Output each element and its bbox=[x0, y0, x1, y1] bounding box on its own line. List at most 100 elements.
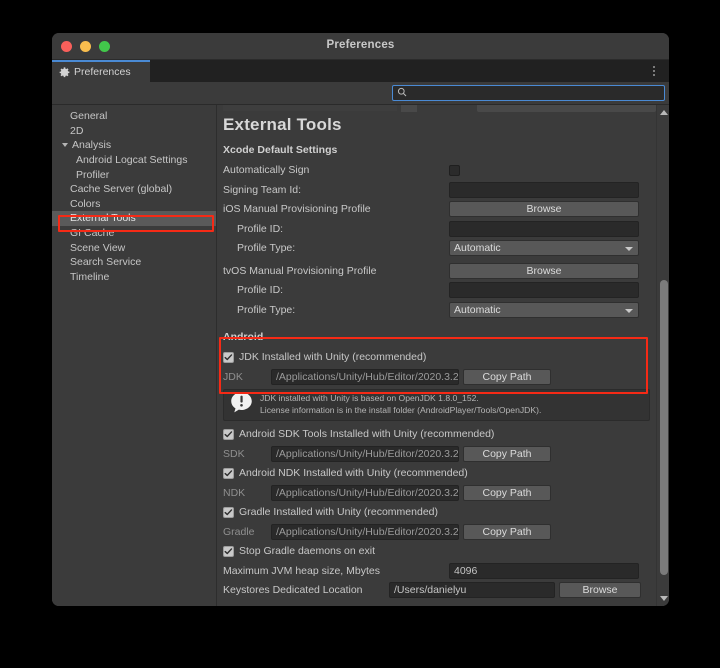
tab-strip: Preferences bbox=[52, 60, 669, 82]
chevron-down-icon bbox=[625, 309, 633, 313]
search-field[interactable] bbox=[392, 85, 665, 101]
row-signing-team-id: Signing Team Id: bbox=[217, 181, 656, 200]
automatically-sign-label: Automatically Sign bbox=[223, 164, 449, 176]
row-stop-gradle-daemons: Stop Gradle daemons on exit bbox=[217, 542, 656, 561]
kebab-menu-icon[interactable] bbox=[648, 64, 660, 78]
sidebar-item-label: Analysis bbox=[72, 139, 111, 151]
tvos-profile-type-dropdown[interactable]: Automatic bbox=[449, 302, 639, 318]
sidebar-item-timeline[interactable]: Timeline bbox=[52, 270, 216, 285]
ndk-installed-checkbox[interactable] bbox=[223, 468, 234, 479]
gradle-path-input[interactable]: /Applications/Unity/Hub/Editor/2020.3.25… bbox=[271, 524, 459, 540]
ios-profile-id-input[interactable] bbox=[449, 221, 639, 237]
tvos-profile-id-label: Profile ID: bbox=[223, 284, 449, 296]
sidebar-item-search-service[interactable]: Search Service bbox=[52, 255, 216, 270]
window-titlebar: Preferences bbox=[52, 33, 669, 60]
jdk-info-line-1: JDK installed with Unity is based on Ope… bbox=[260, 393, 479, 403]
row-keystores-location: Keystores Dedicated Location /Users/dani… bbox=[217, 581, 656, 600]
jdk-path-input[interactable]: /Applications/Unity/Hub/Editor/2020.3.25… bbox=[271, 369, 459, 385]
sidebar-item-external-tools[interactable]: External Tools bbox=[52, 211, 216, 226]
row-gradle-checkbox: Gradle Installed with Unity (recommended… bbox=[217, 503, 656, 522]
row-ios-profile-id: Profile ID: bbox=[217, 220, 656, 239]
tab-preferences[interactable]: Preferences bbox=[52, 60, 150, 82]
sdk-path-input[interactable]: /Applications/Unity/Hub/Editor/2020.3.25… bbox=[271, 446, 459, 462]
ndk-path-input[interactable]: /Applications/Unity/Hub/Editor/2020.3.25… bbox=[271, 485, 459, 501]
settings-scroll-area: External Tools Xcode Default Settings Au… bbox=[217, 105, 656, 606]
scrollbar-thumb[interactable] bbox=[660, 280, 668, 575]
sidebar-item-2d[interactable]: 2D bbox=[52, 124, 216, 139]
row-jvm-heap-size: Maximum JVM heap size, Mbytes 4096 bbox=[217, 562, 656, 581]
sidebar-item-scene-view[interactable]: Scene View bbox=[52, 240, 216, 255]
sidebar-item-label: Timeline bbox=[70, 271, 109, 283]
tvos-profile-type-label: Profile Type: bbox=[223, 304, 449, 316]
automatically-sign-checkbox[interactable] bbox=[449, 165, 460, 176]
sidebar-item-profiler[interactable]: Profiler bbox=[52, 167, 216, 182]
keystores-location-input[interactable]: /Users/danielyu bbox=[389, 582, 555, 598]
settings-sidebar: General 2D Analysis Android Logcat Setti… bbox=[52, 105, 217, 606]
jvm-heap-size-input[interactable]: 4096 bbox=[449, 563, 639, 579]
search-input[interactable] bbox=[411, 87, 660, 100]
sdk-field-label: SDK bbox=[223, 448, 271, 460]
jdk-installed-label: JDK Installed with Unity (recommended) bbox=[239, 351, 426, 363]
sidebar-item-general[interactable]: General bbox=[52, 109, 216, 124]
gradle-copy-path-button[interactable]: Copy Path bbox=[463, 524, 551, 540]
sidebar-item-gi-cache[interactable]: GI Cache bbox=[52, 226, 216, 241]
tvos-provisioning-profile-label: tvOS Manual Provisioning Profile bbox=[223, 265, 449, 277]
row-ndk-checkbox: Android NDK Installed with Unity (recomm… bbox=[217, 464, 656, 483]
ndk-installed-label: Android NDK Installed with Unity (recomm… bbox=[239, 467, 468, 479]
chevron-down-icon[interactable] bbox=[62, 143, 68, 147]
sidebar-item-label: Scene View bbox=[70, 242, 125, 254]
scroll-down-arrow-icon[interactable] bbox=[660, 596, 668, 601]
sidebar-item-analysis[interactable]: Analysis bbox=[52, 138, 216, 153]
ndk-field-label: NDK bbox=[223, 487, 271, 499]
sidebar-item-android-logcat-settings[interactable]: Android Logcat Settings bbox=[52, 153, 216, 168]
ndk-copy-path-button[interactable]: Copy Path bbox=[463, 485, 551, 501]
jdk-info-box: JDK installed with Unity is based on Ope… bbox=[223, 389, 650, 421]
row-ios-provisioning-profile: iOS Manual Provisioning Profile Browse bbox=[217, 200, 656, 219]
tab-label: Preferences bbox=[74, 66, 131, 78]
jdk-info-line-2: License information is in the install fo… bbox=[260, 405, 541, 415]
sidebar-item-label: External Tools bbox=[70, 212, 136, 224]
row-sdk-checkbox: Android SDK Tools Installed with Unity (… bbox=[217, 425, 656, 444]
ios-profile-id-label: Profile ID: bbox=[223, 223, 449, 235]
sdk-copy-path-button[interactable]: Copy Path bbox=[463, 446, 551, 462]
sdk-installed-checkbox[interactable] bbox=[223, 429, 234, 440]
signing-team-id-label: Signing Team Id: bbox=[223, 184, 449, 196]
signing-team-id-input[interactable] bbox=[449, 182, 639, 198]
sdk-installed-label: Android SDK Tools Installed with Unity (… bbox=[239, 428, 494, 440]
ios-profile-type-value: Automatic bbox=[454, 242, 501, 254]
sidebar-item-colors[interactable]: Colors bbox=[52, 197, 216, 212]
gradle-installed-label: Gradle Installed with Unity (recommended… bbox=[239, 506, 438, 518]
row-sdk-path: SDK /Applications/Unity/Hub/Editor/2020.… bbox=[217, 445, 656, 464]
row-ios-profile-type: Profile Type: Automatic bbox=[217, 239, 656, 258]
jdk-info-text: JDK installed with Unity is based on Ope… bbox=[260, 393, 541, 416]
section-heading-xcode: Xcode Default Settings bbox=[223, 144, 656, 156]
settings-content-pane: External Tools Xcode Default Settings Au… bbox=[217, 105, 669, 606]
sidebar-item-cache-server[interactable]: Cache Server (global) bbox=[52, 182, 216, 197]
tvos-profile-type-value: Automatic bbox=[454, 304, 501, 316]
info-exclamation-icon bbox=[230, 391, 253, 419]
row-tvos-profile-type: Profile Type: Automatic bbox=[217, 301, 656, 320]
sidebar-item-label: Colors bbox=[70, 198, 100, 210]
tvos-profile-id-input[interactable] bbox=[449, 282, 639, 298]
content-scrollbar[interactable] bbox=[656, 105, 669, 606]
row-ndk-path: NDK /Applications/Unity/Hub/Editor/2020.… bbox=[217, 484, 656, 503]
gradle-installed-checkbox[interactable] bbox=[223, 507, 234, 518]
search-bar-row bbox=[52, 82, 669, 105]
sidebar-item-label: GI Cache bbox=[70, 227, 114, 239]
stop-gradle-daemons-checkbox[interactable] bbox=[223, 546, 234, 557]
page-title: External Tools bbox=[217, 105, 656, 135]
ios-browse-button[interactable]: Browse bbox=[449, 201, 639, 217]
sidebar-item-label: Cache Server (global) bbox=[70, 183, 172, 195]
row-tvos-profile-id: Profile ID: bbox=[217, 281, 656, 300]
jvm-heap-size-label: Maximum JVM heap size, Mbytes bbox=[223, 565, 449, 577]
sidebar-item-label: 2D bbox=[70, 125, 83, 137]
scroll-up-arrow-icon[interactable] bbox=[660, 110, 668, 115]
row-jdk-path: JDK /Applications/Unity/Hub/Editor/2020.… bbox=[217, 368, 656, 387]
keystores-browse-button[interactable]: Browse bbox=[559, 582, 641, 598]
ios-provisioning-profile-label: iOS Manual Provisioning Profile bbox=[223, 203, 449, 215]
jdk-copy-path-button[interactable]: Copy Path bbox=[463, 369, 551, 385]
search-icon bbox=[397, 84, 407, 102]
jdk-installed-checkbox[interactable] bbox=[223, 352, 234, 363]
tvos-browse-button[interactable]: Browse bbox=[449, 263, 639, 279]
ios-profile-type-dropdown[interactable]: Automatic bbox=[449, 240, 639, 256]
